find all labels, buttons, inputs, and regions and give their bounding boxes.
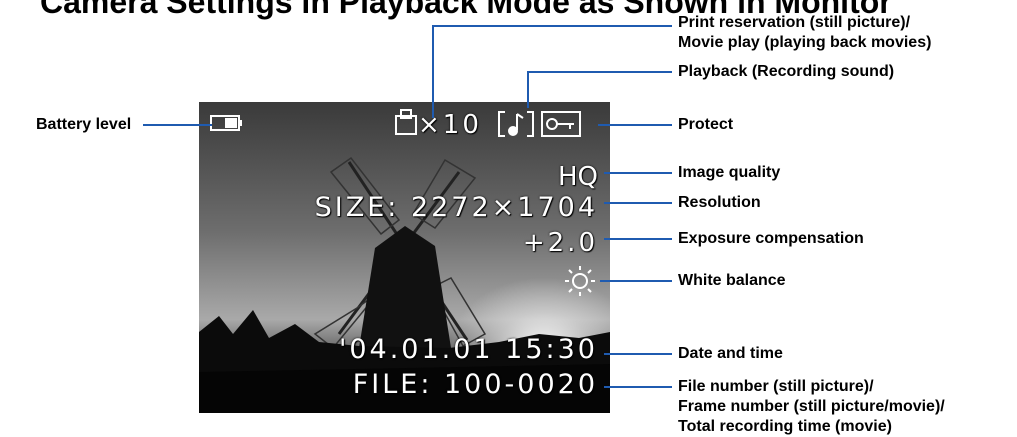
leader-sound: [527, 71, 672, 108]
label-exposure-compensation: Exposure compensation: [678, 230, 864, 247]
label-protect: Protect: [678, 116, 734, 133]
label-print-line2: Movie play (playing back movies): [678, 34, 932, 51]
label-resolution: Resolution: [678, 194, 761, 211]
label-white-balance: White balance: [678, 272, 786, 289]
label-file-line1: File number (still picture)/: [678, 378, 874, 395]
label-file-line2: Frame number (still picture/movie)/: [678, 398, 945, 415]
label-playback-sound: Playback (Recording sound): [678, 63, 895, 80]
label-file-number: File number (still picture)/ Frame numbe…: [678, 377, 945, 437]
label-print-reservation: Print reservation (still picture)/ Movie…: [678, 13, 931, 53]
label-image-quality: Image quality: [678, 164, 781, 181]
label-file-line3: Total recording time (movie): [678, 418, 892, 435]
label-date-and-time: Date and time: [678, 345, 783, 362]
label-print-line1: Print reservation (still picture)/: [678, 14, 911, 31]
label-battery-level: Battery level: [36, 116, 132, 133]
